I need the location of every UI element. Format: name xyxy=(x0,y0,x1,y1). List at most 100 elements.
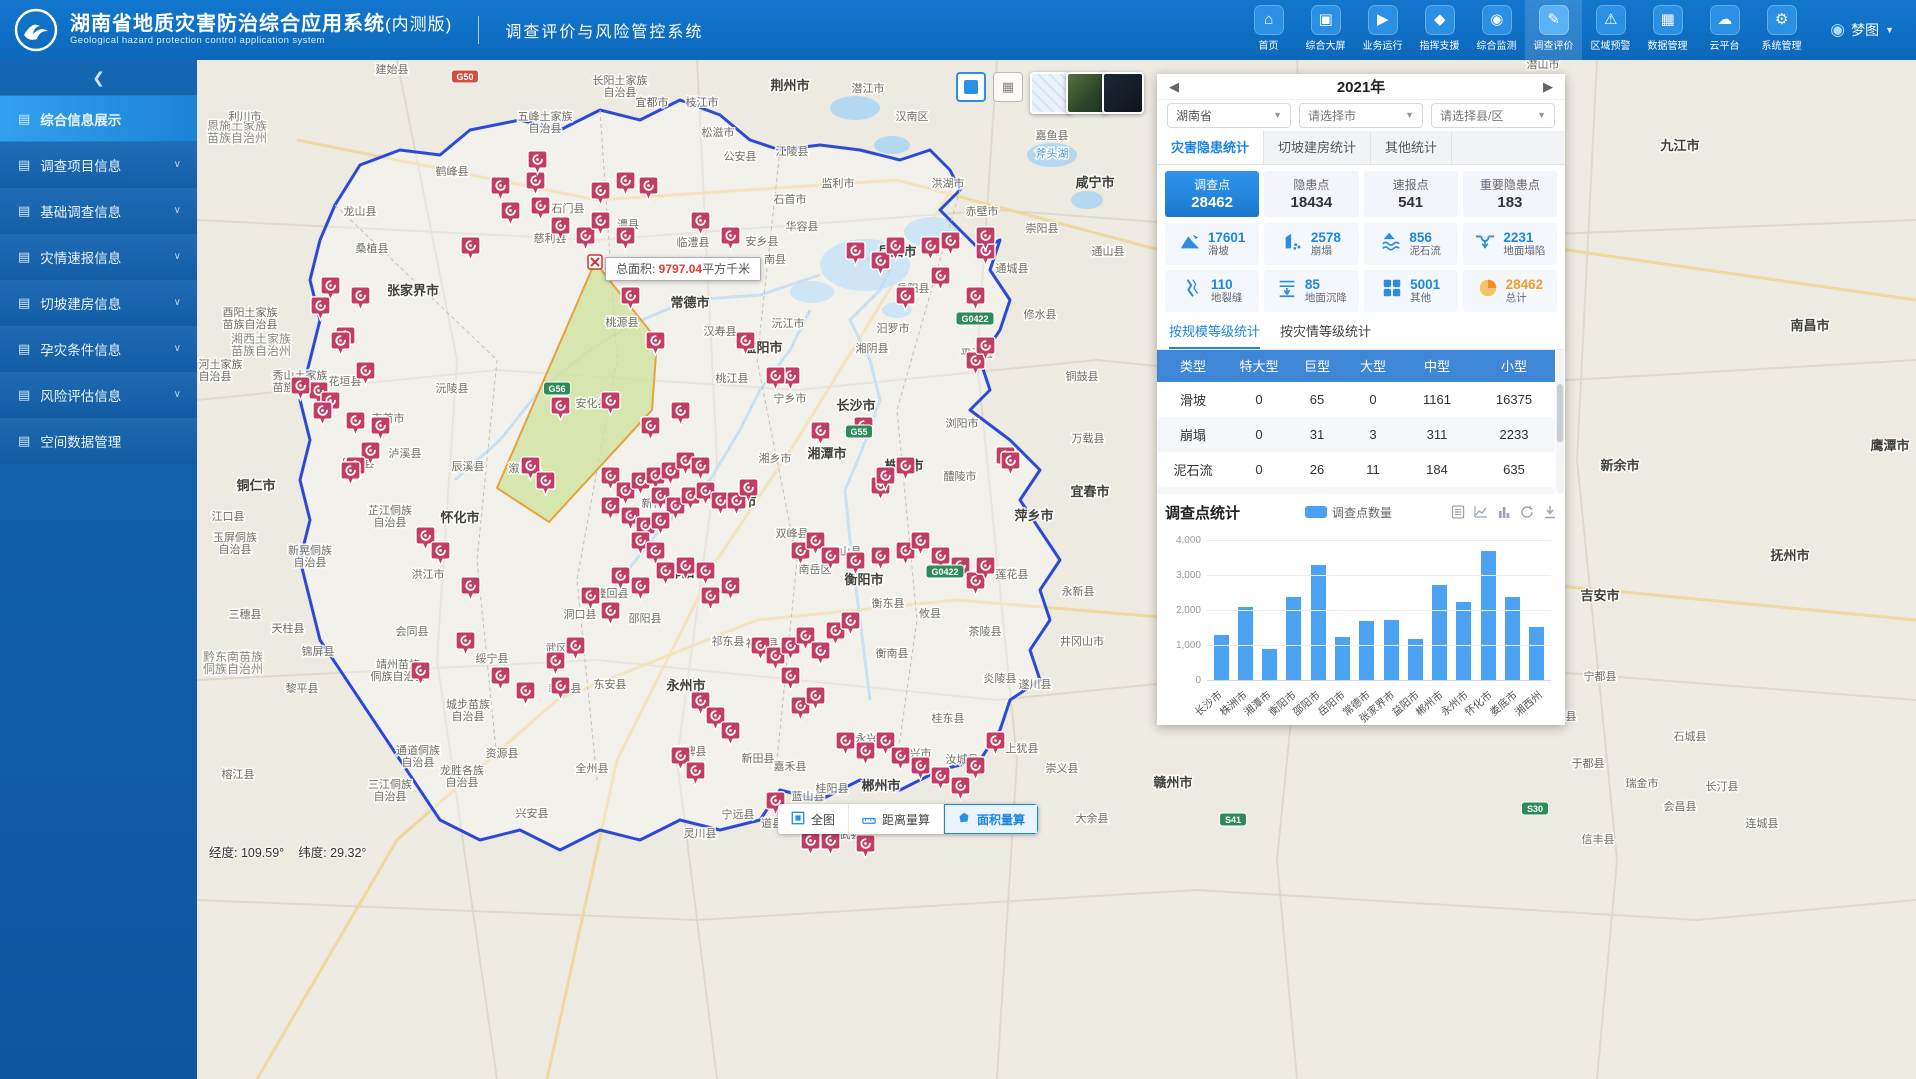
tab-1[interactable]: 灾害隐患统计 xyxy=(1157,131,1264,164)
road-badge-label: G0422 xyxy=(931,567,958,577)
x-label-cell: 湘西州 xyxy=(1527,683,1552,725)
sub-tab-2[interactable]: 按灾情等级统计 xyxy=(1280,316,1371,349)
distance-measure-button[interactable]: 距离量算 xyxy=(849,804,944,834)
table-scrollbar[interactable] xyxy=(1556,350,1564,494)
layer-grid-button[interactable]: ▦ xyxy=(993,72,1023,102)
sidebar-item-1[interactable]: ▤综合信息展示 xyxy=(0,96,197,142)
nav-item-8[interactable]: ▦数据管理 xyxy=(1639,0,1696,60)
hazard-stat-总计[interactable]: 28462总计 xyxy=(1463,270,1557,312)
map-label: 公安县 xyxy=(724,149,757,163)
layer-panel-toggle-button[interactable] xyxy=(956,72,986,102)
sidebar-menu: ▤综合信息展示▤调查项目信息∨▤基础调查信息∨▤灾情速报信息∨▤切坡建房信息∨▤… xyxy=(0,96,197,464)
chevron-down-icon: ∨ xyxy=(174,205,181,216)
sidebar-item-7[interactable]: ▤风险评估信息∨ xyxy=(0,372,197,418)
stat-card-2[interactable]: 隐患点18434 xyxy=(1264,171,1358,217)
chevron-down-icon: ▼ xyxy=(1537,110,1546,120)
sidebar-collapse-button[interactable]: ❮ xyxy=(0,60,197,96)
full-extent-button[interactable]: 全图 xyxy=(778,804,849,834)
sidebar-item-6[interactable]: ▤孕灾条件信息∨ xyxy=(0,326,197,372)
stat-cards: 调查点28462隐患点18434速报点541重要隐患点183 xyxy=(1157,165,1565,223)
app-logo xyxy=(14,8,58,52)
bar-常德市[interactable] xyxy=(1359,621,1374,681)
map-label: 沅陵县 xyxy=(436,382,469,395)
map-label: 鹤峰县 xyxy=(436,164,469,178)
sidebar-item-5[interactable]: ▤切坡建房信息∨ xyxy=(0,280,197,326)
map-label: 三穗县 xyxy=(229,608,262,621)
map-label: 万载县 xyxy=(1072,432,1105,445)
measure-tool-label: 面积量算 xyxy=(977,811,1025,828)
map-canvas[interactable]: 张家界市常德市益阳市长沙市岳阳市娄底市邵阳市怀化市永州市郴州市衡阳市湘潭市株洲市… xyxy=(197,60,1916,1079)
region-filter-select-2[interactable]: 请选择市▼ xyxy=(1299,103,1423,128)
stat-card-3[interactable]: 速报点541 xyxy=(1364,171,1458,217)
sidebar-item-8[interactable]: ▤空间数据管理 xyxy=(0,418,197,464)
nav-item-5[interactable]: ◉综合监测 xyxy=(1468,0,1525,60)
sidebar-item-4[interactable]: ▤灾情速报信息∨ xyxy=(0,234,197,280)
sidebar-item-label: 灾情速报信息 xyxy=(40,247,121,267)
bar-岳阳市[interactable] xyxy=(1335,637,1350,681)
region-filters: 湖南省▼ 请选择市▼ 请选择县/区▼ xyxy=(1157,100,1565,131)
table-scrollbar-thumb[interactable] xyxy=(1557,384,1563,442)
nav-item-7[interactable]: ⚠区域预警 xyxy=(1582,0,1639,60)
road-badge-label: G0422 xyxy=(961,314,988,324)
stat-card-4[interactable]: 重要隐患点183 xyxy=(1463,171,1557,217)
bar-永州市[interactable] xyxy=(1456,602,1471,681)
bar-邵阳市[interactable] xyxy=(1311,565,1326,681)
bar-张家界市[interactable] xyxy=(1384,620,1399,681)
tab-3[interactable]: 其他统计 xyxy=(1371,131,1452,164)
hazard-stat-value: 110 xyxy=(1211,277,1243,293)
bar-湘西州[interactable] xyxy=(1529,627,1544,681)
hazard-stat-地面塌陷[interactable]: 2231地面塌陷 xyxy=(1463,223,1557,265)
download-icon[interactable] xyxy=(1543,505,1557,519)
bar-株洲市[interactable] xyxy=(1238,607,1253,681)
bar-湘潭市[interactable] xyxy=(1262,649,1277,681)
previous-year-button[interactable]: ◀ xyxy=(1169,79,1179,95)
hazard-stat-地裂缝[interactable]: 110地裂缝 xyxy=(1165,270,1259,312)
hazard-stat-滑坡[interactable]: 17601滑坡 xyxy=(1165,223,1259,265)
bar-长沙市[interactable] xyxy=(1214,635,1229,681)
line-chart-icon[interactable] xyxy=(1474,505,1488,519)
hazard-stat-label: 滑坡 xyxy=(1208,245,1246,257)
nav-item-1[interactable]: ⌂首页 xyxy=(1240,0,1297,60)
bar-怀化市[interactable] xyxy=(1481,551,1496,681)
header: 湖南省地质灾害防治综合应用系统(内测版) Geological hazard p… xyxy=(0,0,1916,60)
nav-item-label: 业务运行 xyxy=(1356,38,1410,52)
nav-item-9[interactable]: ☁云平台 xyxy=(1696,0,1753,60)
bar-chart-icon[interactable] xyxy=(1497,505,1511,519)
map-label: 信丰县 xyxy=(1582,833,1615,846)
hazard-stat-text: 110地裂缝 xyxy=(1211,277,1243,305)
sidebar-item-3[interactable]: ▤基础调查信息∨ xyxy=(0,188,197,234)
nav-item-3[interactable]: ▶业务运行 xyxy=(1354,0,1411,60)
region-filter-select-1[interactable]: 湖南省▼ xyxy=(1167,103,1291,128)
nav-item-4[interactable]: ◆指挥支援 xyxy=(1411,0,1468,60)
map-label: 永州市 xyxy=(665,678,705,693)
stat-card-1[interactable]: 调查点28462 xyxy=(1165,171,1259,217)
hazard-stat-泥石流[interactable]: 856泥石流 xyxy=(1364,223,1458,265)
sidebar-item-2[interactable]: ▤调查项目信息∨ xyxy=(0,142,197,188)
hazard-stat-地面沉降[interactable]: 85地面沉降 xyxy=(1264,270,1358,312)
nav-item-10[interactable]: ⚙系统管理 xyxy=(1753,0,1810,60)
refresh-icon[interactable] xyxy=(1520,505,1534,519)
map-label: 洪江市 xyxy=(412,567,445,581)
header-divider xyxy=(478,16,479,44)
sub-tab-1[interactable]: 按规模等级统计 xyxy=(1169,316,1260,349)
map-label: 嘉鱼县 xyxy=(1036,128,1069,142)
row-value-cell: 65 xyxy=(1289,382,1345,417)
tab-2[interactable]: 切坡建房统计 xyxy=(1264,131,1371,164)
nav-item-2[interactable]: ▣综合大屏 xyxy=(1297,0,1354,60)
user-menu[interactable]: ◉ 梦图 ▼ xyxy=(1830,20,1894,40)
area-measure-button[interactable]: 面积量算 xyxy=(944,804,1038,834)
data-view-icon[interactable] xyxy=(1451,505,1465,519)
dark-basemap-thumbnail[interactable] xyxy=(1102,72,1144,114)
map-label: 桃江县 xyxy=(716,371,749,385)
measure-toolbar: 全图距离量算 面积量算 xyxy=(778,804,1038,834)
region-filter-select-3[interactable]: 请选择县/区▼ xyxy=(1431,103,1555,128)
map-label: 茶陵县 xyxy=(969,625,1002,638)
hazard-stat-其他[interactable]: 5001其他 xyxy=(1364,270,1458,312)
hazard-stat-崩塌[interactable]: 2578崩塌 xyxy=(1264,223,1358,265)
next-year-button[interactable]: ▶ xyxy=(1543,79,1553,95)
nav-item-6[interactable]: ✎调查评价 xyxy=(1525,0,1582,60)
home-icon: ⌂ xyxy=(1254,5,1284,35)
bar-郴州市[interactable] xyxy=(1432,585,1447,681)
gridline xyxy=(1207,680,1551,681)
tooltip-label: 总面积: xyxy=(616,262,659,276)
